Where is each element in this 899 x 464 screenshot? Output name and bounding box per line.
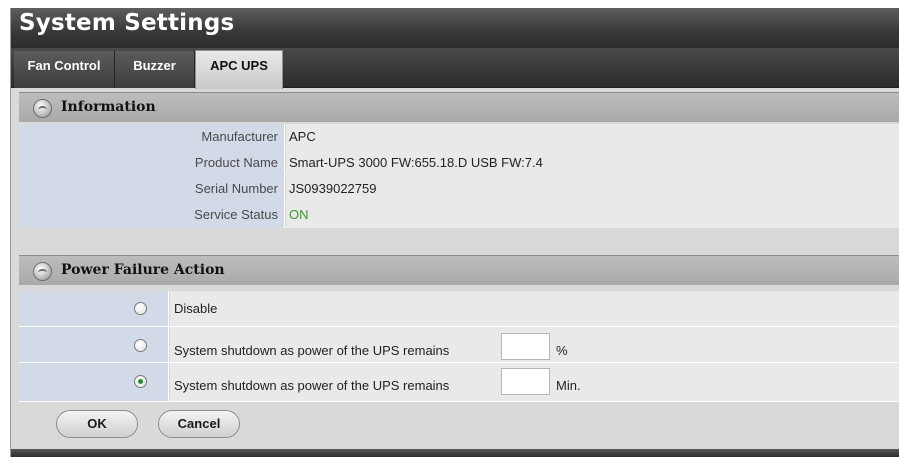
info-row-product-name: Product Name Smart-UPS 3000 FW:655.18.D … bbox=[19, 150, 899, 176]
info-row-service-status: Service Status ON bbox=[19, 202, 899, 228]
info-label: Manufacturer bbox=[19, 124, 285, 150]
radio-shutdown-percent[interactable] bbox=[134, 339, 147, 352]
info-gear-icon bbox=[33, 99, 52, 118]
info-row-manufacturer: Manufacturer APC bbox=[19, 124, 899, 150]
cancel-button[interactable]: Cancel bbox=[158, 410, 240, 438]
tab-apc-ups[interactable]: APC UPS bbox=[195, 50, 283, 89]
bottom-bar bbox=[11, 449, 899, 457]
option-label: System shutdown as power of the UPS rema… bbox=[174, 378, 450, 393]
information-header: Information bbox=[19, 92, 899, 122]
status-value: ON bbox=[286, 202, 899, 228]
minutes-input[interactable] bbox=[501, 368, 550, 395]
radio-shutdown-minutes[interactable] bbox=[134, 375, 147, 388]
system-settings-window: System Settings Fan Control Buzzer APC U… bbox=[10, 8, 899, 457]
info-label: Product Name bbox=[19, 150, 285, 176]
pf-option-minutes: System shutdown as power of the UPS rema… bbox=[19, 363, 899, 402]
pf-option-percent: System shutdown as power of the UPS rema… bbox=[19, 327, 899, 363]
tab-buzzer[interactable]: Buzzer bbox=[115, 51, 195, 88]
information-table: Manufacturer APC Product Name Smart-UPS … bbox=[19, 124, 899, 228]
info-label: Service Status bbox=[19, 202, 285, 228]
minutes-unit: Min. bbox=[556, 378, 581, 393]
power-gear-icon bbox=[33, 262, 52, 281]
pf-option-disable: Disable bbox=[19, 291, 899, 327]
info-label: Serial Number bbox=[19, 176, 285, 202]
percent-unit: % bbox=[556, 343, 568, 358]
power-failure-header: Power Failure Action bbox=[19, 255, 899, 285]
info-row-serial-number: Serial Number JS0939022759 bbox=[19, 176, 899, 202]
info-value: APC bbox=[286, 124, 899, 150]
title-bar: System Settings bbox=[11, 8, 899, 48]
power-failure-table: Disable System shutdown as power of the … bbox=[19, 291, 899, 402]
option-label: Disable bbox=[174, 301, 218, 316]
information-heading: Information bbox=[61, 99, 156, 115]
percent-input[interactable] bbox=[501, 333, 550, 360]
info-value: JS0939022759 bbox=[286, 176, 899, 202]
window-title: System Settings bbox=[19, 10, 235, 36]
tab-bar: Fan Control Buzzer APC UPS bbox=[11, 48, 899, 89]
ok-button[interactable]: OK bbox=[56, 410, 138, 438]
info-value: Smart-UPS 3000 FW:655.18.D USB FW:7.4 bbox=[286, 150, 899, 176]
option-label: System shutdown as power of the UPS rema… bbox=[174, 343, 450, 358]
tab-fan-control[interactable]: Fan Control bbox=[14, 51, 115, 88]
radio-disable[interactable] bbox=[134, 302, 147, 315]
power-failure-heading: Power Failure Action bbox=[61, 262, 225, 278]
